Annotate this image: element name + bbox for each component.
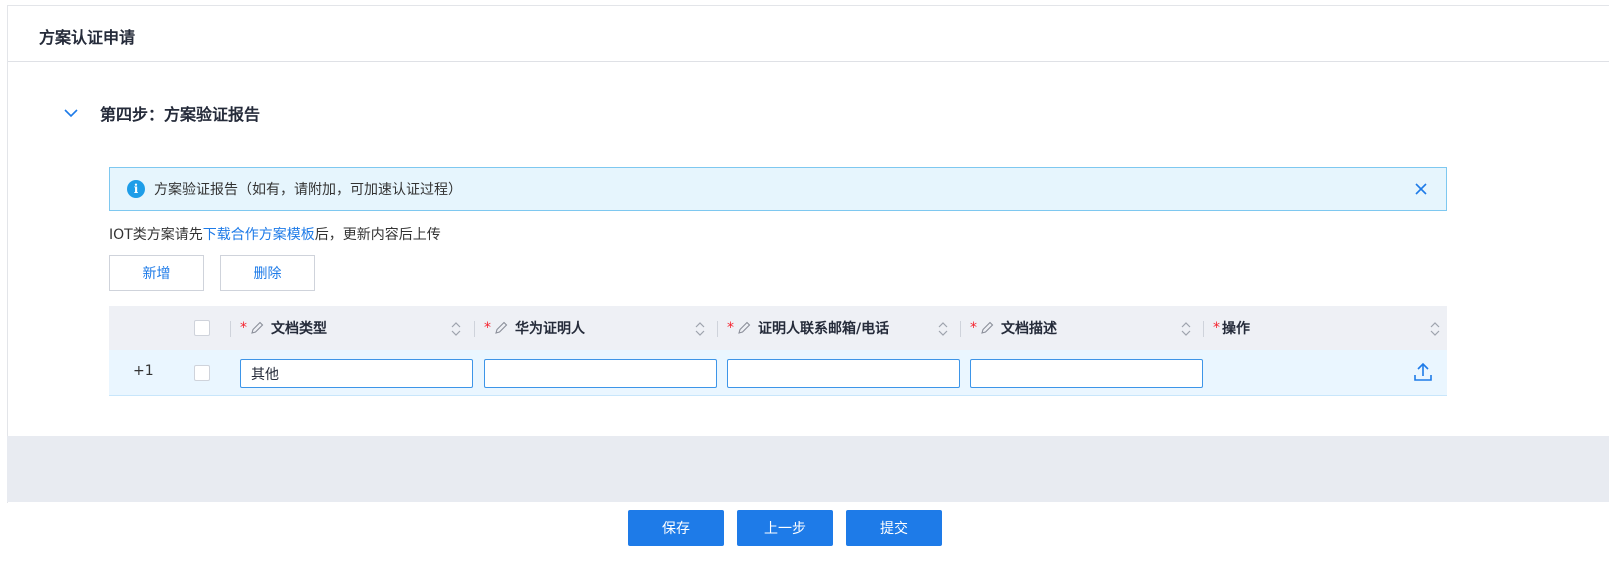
- hint-prefix: IOT类方案请先: [109, 227, 203, 243]
- pencil-icon: [981, 321, 994, 334]
- column-header-description[interactable]: * 文档描述: [970, 306, 1057, 350]
- witness-input[interactable]: [484, 359, 717, 388]
- column-header-witness[interactable]: * 华为证明人: [484, 306, 585, 350]
- table-header: * 文档类型 * 华为证明人 * 证明人联系邮箱/电话 * 文档描述 * 操作: [109, 306, 1447, 350]
- application-card: 方案认证申请: [7, 5, 1609, 503]
- row-index: +1: [133, 363, 154, 379]
- column-divider: [960, 321, 961, 337]
- column-label: 华为证明人: [515, 321, 585, 337]
- column-header-actions[interactable]: * 操作: [1213, 306, 1250, 350]
- sort-icon[interactable]: [1180, 320, 1192, 338]
- add-button[interactable]: 新增: [109, 255, 204, 291]
- previous-step-button[interactable]: 上一步: [737, 510, 833, 546]
- contact-input[interactable]: [727, 359, 960, 388]
- column-divider: [1203, 321, 1204, 337]
- required-mark: *: [727, 320, 734, 336]
- submit-button[interactable]: 提交: [846, 510, 942, 546]
- required-mark: *: [484, 320, 491, 336]
- page-title: 方案认证申请: [39, 28, 136, 47]
- required-mark: *: [240, 320, 247, 336]
- step-title: 第四步：方案验证报告: [100, 105, 261, 124]
- save-button[interactable]: 保存: [628, 510, 724, 546]
- select-all-checkbox[interactable]: [194, 320, 210, 336]
- column-label: 文档描述: [1001, 321, 1057, 337]
- upload-icon[interactable]: [1412, 361, 1434, 383]
- column-label: 操作: [1222, 321, 1250, 337]
- column-header-doc-type[interactable]: * 文档类型: [240, 306, 327, 350]
- pencil-icon: [495, 321, 508, 334]
- documents-table: * 文档类型 * 华为证明人 * 证明人联系邮箱/电话 * 文档描述 * 操作 …: [109, 306, 1447, 396]
- hint-suffix: 后，更新内容后上传: [314, 227, 441, 243]
- description-input[interactable]: [970, 359, 1203, 388]
- row-checkbox[interactable]: [194, 365, 210, 381]
- footer-band: [7, 436, 1609, 502]
- column-divider: [474, 321, 475, 337]
- download-template-link[interactable]: 下载合作方案模板: [203, 227, 315, 243]
- required-mark: *: [970, 320, 977, 336]
- chevron-down-icon[interactable]: [60, 102, 82, 124]
- sort-icon[interactable]: [694, 320, 706, 338]
- sort-icon[interactable]: [450, 320, 462, 338]
- required-mark: *: [1213, 320, 1220, 336]
- column-label: 证明人联系邮箱/电话: [758, 321, 890, 337]
- template-hint: IOT类方案请先下载合作方案模板后，更新内容后上传: [109, 224, 441, 244]
- column-label: 文档类型: [271, 321, 327, 337]
- doc-type-input[interactable]: 其他: [240, 359, 473, 388]
- alert-text: 方案验证报告（如有，请附加，可加速认证过程）: [154, 182, 462, 198]
- sort-icon[interactable]: [937, 320, 949, 338]
- sort-icon[interactable]: [1429, 320, 1441, 338]
- column-divider: [230, 321, 231, 337]
- pencil-icon: [251, 321, 264, 334]
- delete-button[interactable]: 删除: [220, 255, 315, 291]
- table-row: +1 其他: [109, 350, 1447, 396]
- info-alert: i 方案验证报告（如有，请附加，可加速认证过程）: [109, 167, 1447, 211]
- close-icon[interactable]: [1412, 180, 1430, 198]
- column-header-contact[interactable]: * 证明人联系邮箱/电话: [727, 306, 889, 350]
- column-divider: [717, 321, 718, 337]
- info-icon: i: [127, 180, 145, 198]
- card-header: 方案认证申请: [8, 6, 1609, 62]
- pencil-icon: [738, 321, 751, 334]
- step-header[interactable]: 第四步：方案验证报告: [60, 101, 260, 125]
